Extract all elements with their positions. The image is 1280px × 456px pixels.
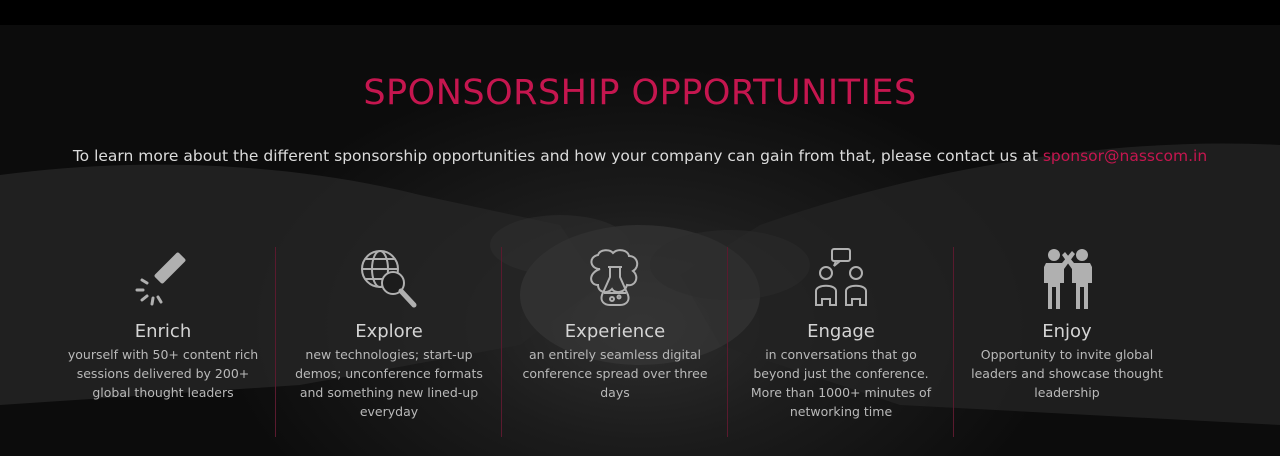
feature-name: Explore	[355, 321, 423, 342]
intro-paragraph: To learn more about the different sponso…	[0, 147, 1280, 165]
feature-name: Enjoy	[1042, 321, 1092, 342]
feature-description: yourself with 50+ content rich sessions …	[67, 347, 259, 400]
magic-wand-icon	[135, 252, 186, 306]
feature-name: Engage	[807, 321, 875, 342]
feature-description: in conversations that go beyond just the…	[750, 347, 932, 419]
feature-name: Experience	[564, 321, 666, 342]
intro-text: To learn more about the different sponso…	[72, 147, 1038, 165]
feature-enjoy: Enjoy Opportunity to invite global leade…	[954, 247, 1180, 437]
feature-enrich: Enrich yourself with 50+ content rich se…	[50, 247, 276, 437]
globe-magnifier-icon	[361, 250, 417, 308]
high-five-icon	[1044, 249, 1092, 309]
sponsorship-section: SPONSORSHIP OPPORTUNITIES To learn more …	[0, 25, 1280, 456]
sponsor-email-link[interactable]: sponsor@nasscom.in	[1043, 147, 1207, 165]
feature-description: new technologies; start-up demos; unconf…	[295, 347, 483, 419]
brain-flask-icon	[590, 249, 639, 306]
feature-description: an entirely seamless digital conference …	[522, 347, 708, 400]
feature-name: Enrich	[134, 321, 192, 342]
people-conversation-icon	[815, 248, 867, 306]
feature-experience: Experience an entirely seamless digital …	[502, 247, 728, 437]
feature-description: Opportunity to invite global leaders and…	[971, 347, 1163, 400]
feature-engage: Engage in conversations that go beyond j…	[728, 247, 954, 437]
features-row: Enrich yourself with 50+ content rich se…	[50, 247, 1230, 437]
feature-explore: Explore new technologies; start-up demos…	[276, 247, 502, 437]
top-band	[0, 0, 1280, 25]
section-title: SPONSORSHIP OPPORTUNITIES	[363, 73, 917, 113]
